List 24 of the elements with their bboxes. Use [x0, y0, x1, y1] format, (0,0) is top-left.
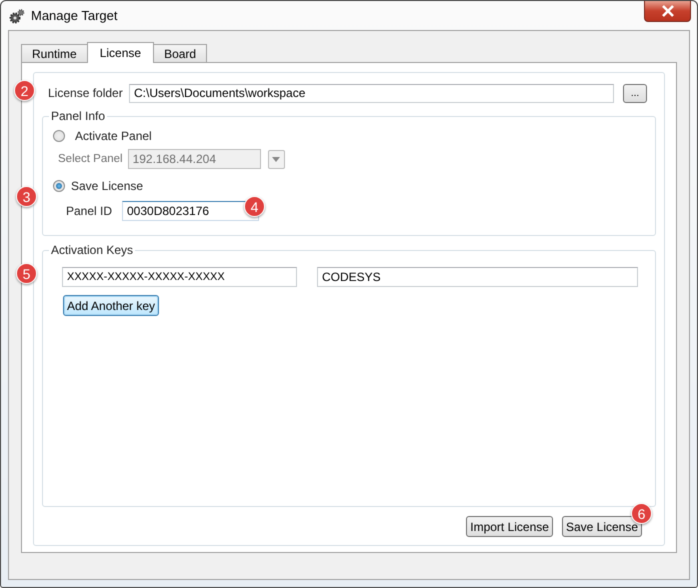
- radio-button[interactable]: [53, 180, 65, 192]
- folder-field[interactable]: C:\Users\Documents\workspace: [129, 84, 614, 102]
- dialog-button[interactable]: Import License: [466, 516, 553, 537]
- radio-button[interactable]: [53, 130, 65, 142]
- close-button[interactable]: [644, 1, 691, 22]
- dropdown-arrow-icon: [272, 156, 280, 162]
- window-title: Manage Target: [31, 8, 118, 23]
- tab[interactable]: License: [86, 42, 154, 63]
- tab[interactable]: Runtime: [21, 44, 88, 62]
- group-title: Activation Keys: [49, 243, 136, 257]
- browse-button[interactable]: ...: [623, 84, 647, 102]
- close-icon: [660, 5, 674, 17]
- gears-icon: [9, 8, 25, 24]
- field-label: Select Panel: [58, 153, 123, 165]
- add-key-button[interactable]: Add Another key: [63, 295, 160, 316]
- product-field[interactable]: CODESYS: [317, 267, 638, 287]
- tab[interactable]: Board: [153, 44, 208, 62]
- dropdown-button[interactable]: [268, 150, 285, 168]
- radio-label: Activate Panel: [75, 129, 152, 143]
- field-label: License folder: [48, 86, 124, 100]
- group-title: Panel Info: [49, 109, 108, 123]
- radio-label: Save License: [71, 179, 144, 193]
- key-field[interactable]: XXXXX-XXXXX-XXXXX-XXXXX: [62, 267, 297, 287]
- field-label: Panel ID: [66, 204, 114, 218]
